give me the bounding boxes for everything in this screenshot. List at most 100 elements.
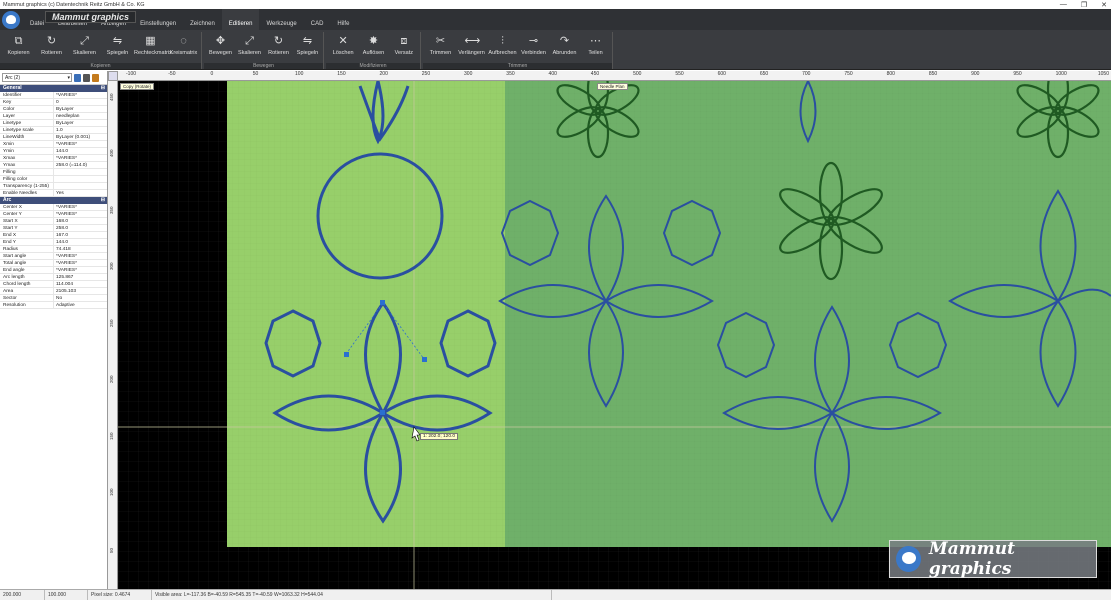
maximize-icon[interactable]: ❐ [1081,1,1087,9]
ribbon-button-1-2[interactable]: ↻ Rotieren [264,34,293,60]
close-icon[interactable]: ✕ [1101,1,1107,9]
property-value[interactable]: 2105.103 [54,288,107,294]
arc-section-header[interactable]: Arc [0,197,107,204]
handle-right[interactable] [422,357,427,362]
property-row[interactable]: Ymin 144.0 [0,148,107,155]
menu-item-3[interactable]: Einstellungen [133,9,183,30]
handle-center[interactable] [380,410,385,415]
property-value[interactable]: Adaptive [54,302,107,308]
menu-item-5[interactable]: Editieren [221,9,260,30]
property-value[interactable]: 114.004 [54,281,107,287]
property-value[interactable]: *VARIES* [54,141,107,147]
property-value[interactable] [54,169,107,175]
property-value[interactable]: Yes [54,190,107,196]
property-value[interactable]: 168.0 [54,218,107,224]
property-value[interactable]: *VARIES* [54,204,107,210]
property-value[interactable]: *VARIES* [54,155,107,161]
menu-item-8[interactable]: Hilfe [330,9,356,30]
property-row[interactable]: LineWidth ByLayer (0.001) [0,134,107,141]
menu-item-4[interactable]: Zeichnen [183,9,222,30]
ruler-corner[interactable] [108,71,118,81]
property-value[interactable]: ByLayer [54,120,107,126]
property-row[interactable]: End Y 144.0 [0,239,107,246]
ribbon-button-3-5[interactable]: ⋯ Teilen [580,34,611,60]
property-row[interactable]: End angle *VARIES* [0,267,107,274]
ribbon-button-0-4[interactable]: ▦ Rechteckmatrix [134,34,172,60]
filter-icon[interactable] [92,73,99,82]
property-value[interactable]: *VARIES* [54,253,107,259]
ribbon-button-1-1[interactable]: ⤢ Skalieren [235,34,264,60]
property-value[interactable]: *VARIES* [54,260,107,266]
property-row[interactable]: Color ByLayer [0,106,107,113]
property-value[interactable]: 144.0 [54,148,107,154]
property-row[interactable]: Start angle *VARIES* [0,253,107,260]
ribbon-button-0-0[interactable]: ⧉ Kopieren [2,34,35,60]
property-value[interactable]: 258.0 [54,225,107,231]
property-row[interactable]: Resolution Adaptive [0,302,107,309]
property-value[interactable]: *VARIES* [54,92,107,98]
property-row[interactable]: Filling [0,169,107,176]
property-row[interactable]: Radius 74.418 [0,246,107,253]
property-row[interactable]: End X 167.0 [0,232,107,239]
ribbon-button-3-3[interactable]: ⊸ Verbinden [518,34,549,60]
property-value[interactable] [54,176,107,182]
property-row[interactable]: Linetype scale 1.0 [0,127,107,134]
ribbon-button-3-4[interactable]: ↷ Abrunden [549,34,580,60]
ribbon-button-2-2[interactable]: ⧈ Versatz [389,34,419,60]
ribbon-button-0-2[interactable]: ⤢ Skalieren [68,34,101,60]
select-all-icon[interactable] [83,73,90,82]
drawing-svg[interactable] [118,81,1111,589]
ribbon-button-3-1[interactable]: ⟷ Verlängern [456,34,487,60]
property-value[interactable] [54,183,107,189]
property-row[interactable]: Xmin *VARIES* [0,141,107,148]
property-value[interactable]: ByLayer (0.001) [54,134,107,140]
property-value[interactable]: *VARIES* [54,211,107,217]
ribbon-button-3-0[interactable]: ✂ Trimmen [425,34,456,60]
property-value[interactable]: 125.867 [54,274,107,280]
property-row[interactable]: Filling color [0,176,107,183]
property-value[interactable]: 74.418 [54,246,107,252]
ribbon-button-1-3[interactable]: ⇋ Spiegeln [293,34,322,60]
property-row[interactable]: Center X *VARIES* [0,204,107,211]
ribbon-button-3-2[interactable]: ⫶ Aufbrechen [487,34,518,60]
object-selector[interactable]: Arc (2) [2,73,72,82]
property-row[interactable]: Arc length 125.867 [0,274,107,281]
property-row[interactable]: Linetype ByLayer [0,120,107,127]
ribbon-button-0-1[interactable]: ↻ Rotieren [35,34,68,60]
property-row[interactable]: Area 2105.103 [0,288,107,295]
property-value[interactable]: needleplan [54,113,107,119]
property-value[interactable]: 258.0 (=114.0) [54,162,107,168]
quick-select-icon[interactable] [74,73,81,82]
property-row[interactable]: Layer needleplan [0,113,107,120]
property-row[interactable]: Xmax *VARIES* [0,155,107,162]
property-row[interactable]: Identifier *VARIES* [0,92,107,99]
property-value[interactable]: 0 [54,99,107,105]
drawing-canvas[interactable]: Copy (Rotate) Needle Plan 1: 202.0; 120.… [118,81,1111,589]
minimize-icon[interactable]: — [1060,1,1067,8]
property-value[interactable]: *VARIES* [54,267,107,273]
ribbon-button-2-1[interactable]: ✸ Auflösen [358,34,388,60]
ribbon-button-0-3[interactable]: ⇋ Spiegeln [101,34,134,60]
property-value[interactable]: ByLayer [54,106,107,112]
property-row[interactable]: Key 0 [0,99,107,106]
ribbon-button-0-5[interactable]: ◌ Kreismatrix [167,34,200,60]
ribbon-button-2-0[interactable]: ✕ Löschen [328,34,358,60]
general-section-header[interactable]: General [0,85,107,92]
property-row[interactable]: Start X 168.0 [0,218,107,225]
property-row[interactable]: Sector No [0,295,107,302]
property-value[interactable]: 1.0 [54,127,107,133]
app-logo-icon[interactable] [2,10,20,29]
property-row[interactable]: Center Y *VARIES* [0,211,107,218]
property-value[interactable]: 144.0 [54,239,107,245]
property-row[interactable]: Start Y 258.0 [0,225,107,232]
ribbon-button-1-0[interactable]: ✥ Bewegen [206,34,235,60]
property-row[interactable]: Transparency (1-255) [0,183,107,190]
menu-item-7[interactable]: CAD [304,9,331,30]
menu-item-6[interactable]: Werkzeuge [259,9,303,30]
property-row[interactable]: Chord length 114.004 [0,281,107,288]
property-value[interactable]: No [54,295,107,301]
property-row[interactable]: Enable Needles Yes [0,190,107,197]
property-row[interactable]: Ymax 258.0 (=114.0) [0,162,107,169]
property-value[interactable]: 167.0 [54,232,107,238]
property-row[interactable]: Total angle *VARIES* [0,260,107,267]
